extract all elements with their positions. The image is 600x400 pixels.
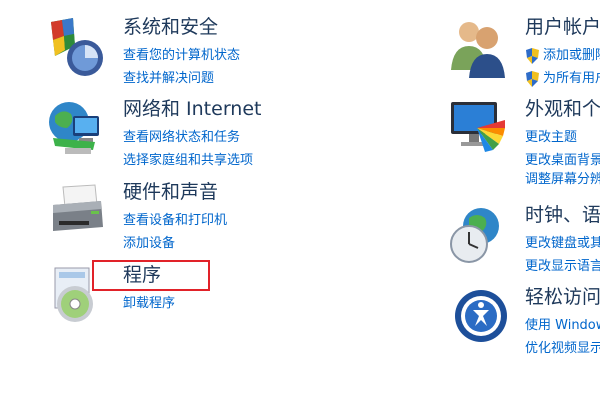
category-user-accounts: 用户帐户和家庭安全 添加或删除用户帐户 为所有用户设置家长控制	[447, 16, 600, 88]
link-find-fix-problems[interactable]: 查找并解决问题	[123, 70, 214, 88]
category-title-system-security[interactable]: 系统和安全	[123, 14, 218, 40]
link-uninstall-program[interactable]: 卸载程序	[123, 295, 175, 313]
globe-monitor-icon[interactable]	[45, 98, 105, 162]
link-homegroup-sharing[interactable]: 选择家庭组和共享选项	[123, 152, 253, 170]
category-network-internet: 网络和 Internet 查看网络状态和任务 选择家庭组和共享选项	[45, 98, 295, 170]
link-add-remove-users[interactable]: 添加或删除用户帐户	[525, 47, 600, 65]
link-change-keyboard[interactable]: 更改键盘或其他输入法	[525, 235, 600, 253]
control-panel-category-view: 系统和安全 查看您的计算机状态 查找并解决问题 网络和 Internet 查看网…	[0, 0, 600, 400]
link-parental-controls-label: 为所有用户设置家长控制	[543, 71, 600, 86]
category-title-hardware-sound[interactable]: 硬件和声音	[123, 179, 218, 205]
link-change-display-language[interactable]: 更改显示语言	[525, 258, 600, 276]
link-check-computer-status[interactable]: 查看您的计算机状态	[123, 47, 240, 65]
monitor-palette-icon[interactable]	[447, 98, 507, 162]
link-parental-controls[interactable]: 为所有用户设置家长控制	[525, 70, 600, 88]
users-icon[interactable]	[447, 16, 507, 80]
category-clock-language-region: 时钟、语言和区域 更改键盘或其他输入法 更改显示语言	[447, 204, 600, 276]
uac-shield-icon	[526, 71, 539, 87]
link-optimize-video-display[interactable]: 优化视频显示	[525, 340, 600, 358]
category-system-security: 系统和安全 查看您的计算机状态 查找并解决问题	[45, 16, 295, 88]
uac-shield-icon	[526, 48, 539, 64]
ease-of-access-icon[interactable]	[447, 286, 507, 350]
printer-icon[interactable]	[45, 181, 105, 245]
category-hardware-sound: 硬件和声音 查看设备和打印机 添加设备	[45, 181, 295, 253]
category-ease-of-access: 轻松访问 使用 Windows 建议的设置 优化视频显示	[447, 286, 600, 358]
category-title-network-internet[interactable]: 网络和 Internet	[123, 96, 261, 122]
category-title-appearance[interactable]: 外观和个性化	[525, 96, 600, 122]
shield-chart-icon[interactable]	[45, 16, 105, 80]
link-view-network-status[interactable]: 查看网络状态和任务	[123, 129, 240, 147]
link-windows-suggested-settings[interactable]: 使用 Windows 建议的设置	[525, 317, 600, 335]
category-title-ease-of-access[interactable]: 轻松访问	[525, 284, 600, 310]
program-disc-icon[interactable]	[45, 264, 105, 328]
category-appearance: 外观和个性化 更改主题 更改桌面背景 调整屏幕分辨率	[447, 96, 600, 187]
category-programs: 程序 卸载程序	[45, 264, 295, 336]
category-title-programs[interactable]: 程序	[123, 262, 161, 288]
link-view-devices-printers[interactable]: 查看设备和打印机	[123, 212, 227, 230]
link-adjust-resolution[interactable]: 调整屏幕分辨率	[525, 171, 600, 189]
category-title-user-accounts[interactable]: 用户帐户和家庭安全	[525, 14, 600, 40]
clock-globe-icon[interactable]	[447, 204, 507, 268]
link-change-desktop-background[interactable]: 更改桌面背景	[525, 152, 600, 170]
link-change-theme[interactable]: 更改主题	[525, 129, 577, 147]
category-title-clock-language-region[interactable]: 时钟、语言和区域	[525, 202, 600, 228]
link-add-device[interactable]: 添加设备	[123, 235, 175, 253]
link-add-remove-users-label: 添加或删除用户帐户	[543, 48, 600, 63]
